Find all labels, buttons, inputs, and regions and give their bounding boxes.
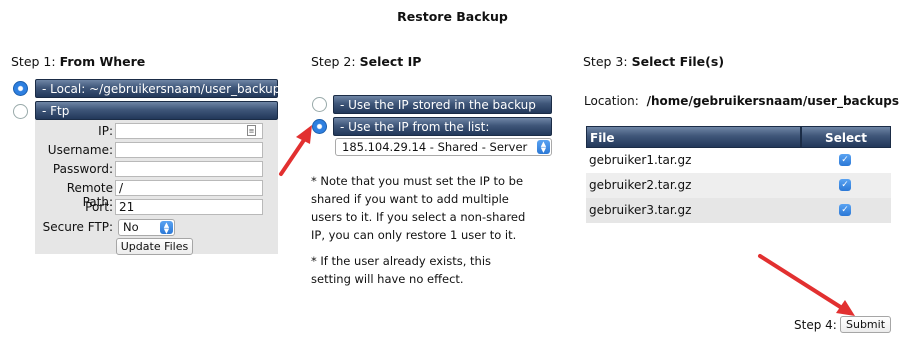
annotation-arrows [279, 125, 855, 316]
arrow-to-ip-list-option [279, 125, 312, 176]
arrow-to-submit [758, 254, 855, 316]
